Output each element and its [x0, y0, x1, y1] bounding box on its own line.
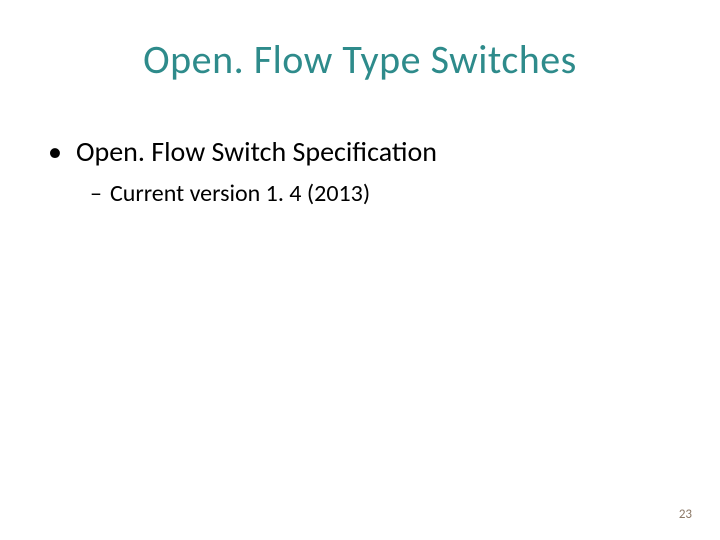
dash-marker: –: [90, 178, 102, 209]
bullet-text: Open. Flow Switch Specification: [76, 134, 437, 170]
sub-item: – Current version 1. 4 (2013): [48, 178, 680, 209]
slide: Open. Flow Type Switches • Open. Flow Sw…: [0, 0, 720, 540]
sub-text: Current version 1. 4 (2013): [110, 178, 370, 209]
bullet-marker: •: [48, 134, 62, 170]
slide-content: • Open. Flow Switch Specification – Curr…: [40, 134, 680, 210]
page-number: 23: [679, 507, 692, 522]
bullet-item: • Open. Flow Switch Specification: [48, 134, 680, 170]
slide-title: Open. Flow Type Switches: [40, 35, 680, 84]
